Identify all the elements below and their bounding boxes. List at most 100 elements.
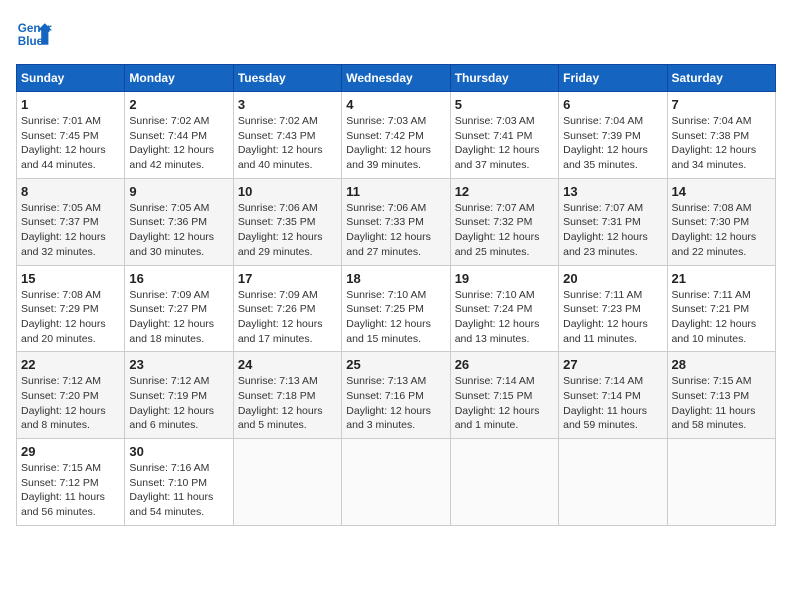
calendar-cell: 30Sunrise: 7:16 AMSunset: 7:10 PMDayligh… [125, 439, 233, 526]
day-info: Sunrise: 7:04 AMSunset: 7:39 PMDaylight:… [563, 114, 662, 173]
calendar-week-1: 1 Sunrise: 7:01 AMSunset: 7:45 PMDaylight… [17, 92, 776, 179]
day-info: Sunrise: 7:04 AMSunset: 7:38 PMDaylight:… [672, 114, 771, 173]
day-number: 22 [21, 357, 120, 372]
col-header-wednesday: Wednesday [342, 65, 450, 92]
day-number: 11 [346, 184, 445, 199]
day-number: 28 [672, 357, 771, 372]
day-info: Sunrise: 7:06 AMSunset: 7:35 PMDaylight:… [238, 201, 337, 260]
calendar-cell: 6 Sunrise: 7:04 AMSunset: 7:39 PMDaylight… [559, 92, 667, 179]
day-info: Sunrise: 7:03 AMSunset: 7:41 PMDaylight:… [455, 114, 554, 173]
day-info: Sunrise: 7:10 AMSunset: 7:25 PMDaylight:… [346, 288, 445, 347]
day-number: 9 [129, 184, 228, 199]
day-info: Sunrise: 7:01 AMSunset: 7:45 PMDaylight:… [21, 114, 120, 173]
day-number: 29 [21, 444, 120, 459]
calendar-week-2: 8Sunrise: 7:05 AMSunset: 7:37 PMDaylight… [17, 178, 776, 265]
calendar-week-3: 15 Sunrise: 7:08 AMSunset: 7:29 PMDayligh… [17, 265, 776, 352]
calendar-cell: 29 Sunrise: 7:15 AMSunset: 7:12 PMDayligh… [17, 439, 125, 526]
day-info: Sunrise: 7:13 AMSunset: 7:18 PMDaylight:… [238, 374, 337, 433]
day-number: 15 [21, 271, 120, 286]
day-info: Sunrise: 7:09 AMSunset: 7:27 PMDaylight:… [129, 288, 228, 347]
col-header-tuesday: Tuesday [233, 65, 341, 92]
col-header-sunday: Sunday [17, 65, 125, 92]
day-number: 6 [563, 97, 662, 112]
day-info: Sunrise: 7:08 AMSunset: 7:29 PMDaylight:… [21, 288, 120, 347]
calendar-cell [559, 439, 667, 526]
col-header-saturday: Saturday [667, 65, 775, 92]
calendar-cell: 22Sunrise: 7:12 AMSunset: 7:20 PMDayligh… [17, 352, 125, 439]
calendar-cell: 13 Sunrise: 7:07 AMSunset: 7:31 PMDayligh… [559, 178, 667, 265]
calendar-cell: 5 Sunrise: 7:03 AMSunset: 7:41 PMDaylight… [450, 92, 558, 179]
day-number: 3 [238, 97, 337, 112]
day-number: 27 [563, 357, 662, 372]
day-number: 24 [238, 357, 337, 372]
calendar-week-4: 22Sunrise: 7:12 AMSunset: 7:20 PMDayligh… [17, 352, 776, 439]
day-number: 17 [238, 271, 337, 286]
calendar-cell [667, 439, 775, 526]
day-info: Sunrise: 7:11 AMSunset: 7:21 PMDaylight:… [672, 288, 771, 347]
calendar-header-row: SundayMondayTuesdayWednesdayThursdayFrid… [17, 65, 776, 92]
page-header: General Blue [16, 16, 776, 52]
day-number: 13 [563, 184, 662, 199]
day-number: 10 [238, 184, 337, 199]
calendar-cell [342, 439, 450, 526]
day-info: Sunrise: 7:06 AMSunset: 7:33 PMDaylight:… [346, 201, 445, 260]
day-info: Sunrise: 7:09 AMSunset: 7:26 PMDaylight:… [238, 288, 337, 347]
day-info: Sunrise: 7:05 AMSunset: 7:36 PMDaylight:… [129, 201, 228, 260]
calendar-cell: 9 Sunrise: 7:05 AMSunset: 7:36 PMDaylight… [125, 178, 233, 265]
day-number: 12 [455, 184, 554, 199]
day-number: 5 [455, 97, 554, 112]
day-number: 14 [672, 184, 771, 199]
day-number: 7 [672, 97, 771, 112]
day-number: 16 [129, 271, 228, 286]
day-info: Sunrise: 7:08 AMSunset: 7:30 PMDaylight:… [672, 201, 771, 260]
day-number: 2 [129, 97, 228, 112]
calendar-cell: 8Sunrise: 7:05 AMSunset: 7:37 PMDaylight… [17, 178, 125, 265]
day-info: Sunrise: 7:07 AMSunset: 7:32 PMDaylight:… [455, 201, 554, 260]
calendar-week-5: 29 Sunrise: 7:15 AMSunset: 7:12 PMDayligh… [17, 439, 776, 526]
day-info: Sunrise: 7:15 AMSunset: 7:12 PMDaylight:… [21, 461, 120, 520]
calendar-cell: 18Sunrise: 7:10 AMSunset: 7:25 PMDayligh… [342, 265, 450, 352]
day-info: Sunrise: 7:02 AMSunset: 7:44 PMDaylight:… [129, 114, 228, 173]
calendar-cell: 25Sunrise: 7:13 AMSunset: 7:16 PMDayligh… [342, 352, 450, 439]
day-number: 4 [346, 97, 445, 112]
calendar-cell: 4 Sunrise: 7:03 AMSunset: 7:42 PMDaylight… [342, 92, 450, 179]
calendar-cell: 15 Sunrise: 7:08 AMSunset: 7:29 PMDayligh… [17, 265, 125, 352]
day-info: Sunrise: 7:07 AMSunset: 7:31 PMDaylight:… [563, 201, 662, 260]
day-info: Sunrise: 7:10 AMSunset: 7:24 PMDaylight:… [455, 288, 554, 347]
day-info: Sunrise: 7:15 AMSunset: 7:13 PMDaylight:… [672, 374, 771, 433]
day-number: 30 [129, 444, 228, 459]
calendar-cell: 17 Sunrise: 7:09 AMSunset: 7:26 PMDayligh… [233, 265, 341, 352]
calendar-cell: 20 Sunrise: 7:11 AMSunset: 7:23 PMDayligh… [559, 265, 667, 352]
calendar-cell: 21Sunrise: 7:11 AMSunset: 7:21 PMDayligh… [667, 265, 775, 352]
day-info: Sunrise: 7:02 AMSunset: 7:43 PMDaylight:… [238, 114, 337, 173]
day-number: 23 [129, 357, 228, 372]
col-header-friday: Friday [559, 65, 667, 92]
calendar-cell: 19 Sunrise: 7:10 AMSunset: 7:24 PMDayligh… [450, 265, 558, 352]
calendar-cell [233, 439, 341, 526]
day-info: Sunrise: 7:11 AMSunset: 7:23 PMDaylight:… [563, 288, 662, 347]
calendar-cell: 16 Sunrise: 7:09 AMSunset: 7:27 PMDayligh… [125, 265, 233, 352]
calendar-cell: 11 Sunrise: 7:06 AMSunset: 7:33 PMDayligh… [342, 178, 450, 265]
calendar-cell: 12 Sunrise: 7:07 AMSunset: 7:32 PMDayligh… [450, 178, 558, 265]
logo: General Blue [16, 16, 52, 52]
calendar-cell: 27 Sunrise: 7:14 AMSunset: 7:14 PMDayligh… [559, 352, 667, 439]
calendar-cell: 26Sunrise: 7:14 AMSunset: 7:15 PMDayligh… [450, 352, 558, 439]
col-header-thursday: Thursday [450, 65, 558, 92]
calendar-cell: 14 Sunrise: 7:08 AMSunset: 7:30 PMDayligh… [667, 178, 775, 265]
col-header-monday: Monday [125, 65, 233, 92]
day-number: 20 [563, 271, 662, 286]
logo-icon: General Blue [16, 16, 52, 52]
day-number: 8 [21, 184, 120, 199]
calendar-cell: 3 Sunrise: 7:02 AMSunset: 7:43 PMDaylight… [233, 92, 341, 179]
day-number: 1 [21, 97, 120, 112]
day-info: Sunrise: 7:03 AMSunset: 7:42 PMDaylight:… [346, 114, 445, 173]
day-info: Sunrise: 7:12 AMSunset: 7:19 PMDaylight:… [129, 374, 228, 433]
day-number: 25 [346, 357, 445, 372]
day-info: Sunrise: 7:14 AMSunset: 7:14 PMDaylight:… [563, 374, 662, 433]
day-number: 19 [455, 271, 554, 286]
calendar-cell: 23 Sunrise: 7:12 AMSunset: 7:19 PMDayligh… [125, 352, 233, 439]
calendar-table: SundayMondayTuesdayWednesdayThursdayFrid… [16, 64, 776, 526]
calendar-cell: 2 Sunrise: 7:02 AMSunset: 7:44 PMDaylight… [125, 92, 233, 179]
calendar-cell [450, 439, 558, 526]
calendar-cell: 24 Sunrise: 7:13 AMSunset: 7:18 PMDayligh… [233, 352, 341, 439]
